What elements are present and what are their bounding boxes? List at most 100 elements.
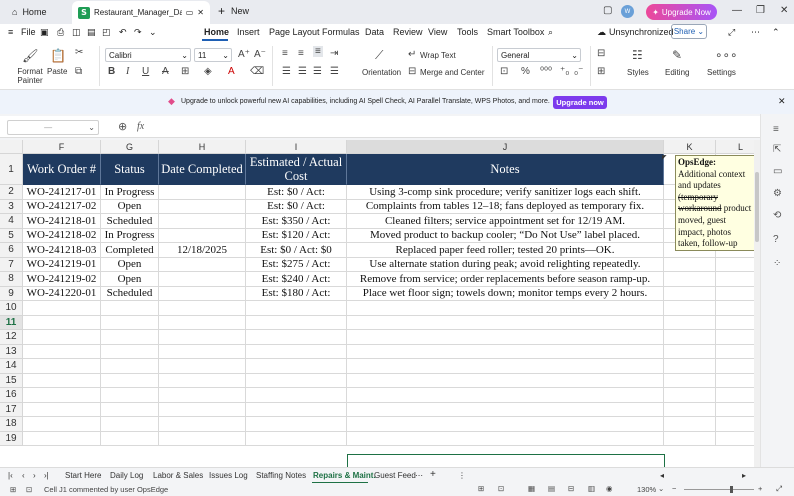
table-cell[interactable] xyxy=(159,228,246,243)
table-cell[interactable]: Open xyxy=(101,257,159,272)
row-header[interactable]: 16 xyxy=(0,388,23,403)
bold-icon[interactable]: B xyxy=(108,66,115,77)
row-header[interactable]: 11 xyxy=(0,315,23,330)
table-cell[interactable] xyxy=(23,344,101,359)
table-cell[interactable] xyxy=(664,286,716,301)
apps-icon[interactable]: ⁘ xyxy=(773,258,781,269)
row-header[interactable]: 18 xyxy=(0,417,23,432)
row-header[interactable]: 7 xyxy=(0,257,23,272)
table-cell[interactable] xyxy=(101,417,159,432)
pointer-icon[interactable]: ⇱ xyxy=(773,144,781,155)
table-cell[interactable]: WO-241218-03 xyxy=(23,243,101,258)
table-cell[interactable] xyxy=(716,417,754,432)
table-cell[interactable] xyxy=(159,301,246,316)
table-cell[interactable] xyxy=(347,417,664,432)
editing-icon[interactable]: ✎ xyxy=(672,48,682,62)
table-cell[interactable] xyxy=(101,315,159,330)
table-format-icon[interactable]: ⊞ xyxy=(597,66,605,77)
table-cell[interactable] xyxy=(347,315,664,330)
align-right-icon[interactable]: ☰ xyxy=(313,66,322,77)
table-cell[interactable] xyxy=(23,417,101,432)
table-cell[interactable]: Place wet floor sign; towels down; monit… xyxy=(347,286,664,301)
table-cell[interactable] xyxy=(23,315,101,330)
format-painter-icon[interactable]: 🖌 xyxy=(22,48,39,64)
wrap-text-label[interactable]: Wrap Text xyxy=(420,51,456,60)
window-icon[interactable]: ▭ xyxy=(186,8,194,17)
table-cell[interactable] xyxy=(716,301,754,316)
settings-icon[interactable]: ∘∘∘ xyxy=(715,48,738,62)
table-cell[interactable] xyxy=(159,431,246,446)
column-header-f[interactable]: F xyxy=(23,140,101,154)
table-cell[interactable] xyxy=(101,431,159,446)
table-cell[interactable] xyxy=(246,344,347,359)
column-header-j[interactable]: J xyxy=(347,140,664,154)
paste-icon[interactable]: 📋 xyxy=(50,48,66,64)
table-cell[interactable] xyxy=(101,373,159,388)
font-size-select[interactable]: 11 ⌄ xyxy=(194,48,232,62)
table-cell[interactable]: Cleaned filters; service appointment set… xyxy=(347,214,664,229)
menu-review[interactable]: Review xyxy=(393,27,423,37)
search-icon[interactable]: ⌕ xyxy=(548,27,553,38)
fullscreen-icon[interactable]: ⤢ xyxy=(776,484,782,494)
table-cell[interactable] xyxy=(716,330,754,345)
table-cell[interactable] xyxy=(246,359,347,374)
format-icon[interactable]: ◰ xyxy=(102,27,111,38)
justify-icon[interactable]: ☰ xyxy=(330,66,339,77)
table-cell[interactable] xyxy=(159,359,246,374)
table-cell[interactable] xyxy=(159,199,246,214)
tab-labor-sales[interactable]: Labor & Sales xyxy=(153,471,203,480)
table-cell[interactable] xyxy=(347,301,664,316)
page-layout-view-icon[interactable]: ▤ xyxy=(548,484,555,493)
name-box[interactable]: — ⌄ xyxy=(7,120,99,135)
table-cell[interactable] xyxy=(664,315,716,330)
maximize-icon[interactable]: ❐ xyxy=(756,5,765,16)
table-cell[interactable]: Replaced paper feed roller; tested 20 pr… xyxy=(347,243,664,258)
comma-icon[interactable]: ⁰⁰⁰ xyxy=(540,66,552,77)
table-cell[interactable]: WO-241218-01 xyxy=(23,214,101,229)
fill-color-icon[interactable]: ◈ xyxy=(204,66,212,77)
tab-start-here[interactable]: Start Here xyxy=(65,471,101,480)
orientation-icon[interactable]: ⟋ xyxy=(375,48,383,63)
zoom-dropdown-icon[interactable]: ⌄ xyxy=(658,484,664,493)
wrap-text-icon[interactable]: ↵ xyxy=(408,49,416,60)
table-cell[interactable] xyxy=(716,403,754,417)
select-icon[interactable]: ▭ xyxy=(773,166,782,177)
settings-label[interactable]: Settings xyxy=(707,68,736,77)
save-icon[interactable]: ▣ xyxy=(40,27,49,38)
prev-sheet-icon[interactable]: ‹ xyxy=(22,471,25,480)
table-cell[interactable]: Est: $275 / Act: xyxy=(246,257,347,272)
table-cell[interactable] xyxy=(716,432,754,446)
table-cell[interactable] xyxy=(664,417,716,432)
document-tab[interactable]: S Restaurant_Manager_Daily_ ▭ ✕ xyxy=(72,1,210,24)
table-cell[interactable] xyxy=(347,344,664,359)
more-options-icon[interactable]: ⋮ xyxy=(458,471,466,480)
menu-view[interactable]: View xyxy=(428,27,447,37)
table-cell[interactable]: Est: $240 / Act: xyxy=(246,272,347,287)
header-cell[interactable]: Date Completed xyxy=(159,154,246,185)
column-header-h[interactable]: H xyxy=(159,140,246,154)
italic-icon[interactable]: I xyxy=(126,66,129,77)
eye-protection-icon[interactable]: ◉ xyxy=(606,484,613,493)
spreadsheet-grid[interactable]: F G H I J K L 1 2 3 4 5 6 7 8 9 10 11 12 13 14 15 16 17 1… xyxy=(0,140,754,467)
first-sheet-icon[interactable]: |‹ xyxy=(8,471,13,480)
table-cell[interactable] xyxy=(347,330,664,345)
table-cell[interactable] xyxy=(347,388,664,403)
column-header-i[interactable]: I xyxy=(246,140,347,154)
table-cell[interactable] xyxy=(664,402,716,417)
underline-icon[interactable]: U xyxy=(142,66,149,77)
table-cell[interactable] xyxy=(246,301,347,316)
sync-status[interactable]: Unsynchronized xyxy=(609,27,674,37)
macro-icon[interactable]: ⊞ xyxy=(10,485,16,494)
number-format-select[interactable]: General ⌄ xyxy=(497,48,581,62)
currency-icon[interactable]: ⊡ xyxy=(500,66,508,77)
preview-icon[interactable]: ◫ xyxy=(72,27,81,38)
table-cell[interactable]: Scheduled xyxy=(101,286,159,301)
table-cell[interactable] xyxy=(159,214,246,229)
increase-font-icon[interactable]: A⁺ xyxy=(238,49,250,60)
row-header[interactable]: 6 xyxy=(0,243,23,258)
styles-icon[interactable]: ☷ xyxy=(632,48,643,62)
table-cell[interactable] xyxy=(23,388,101,403)
header-cell[interactable]: Work Order # xyxy=(23,154,101,185)
close-window-icon[interactable]: ✕ xyxy=(780,5,788,16)
column-header-g[interactable]: G xyxy=(101,140,159,154)
